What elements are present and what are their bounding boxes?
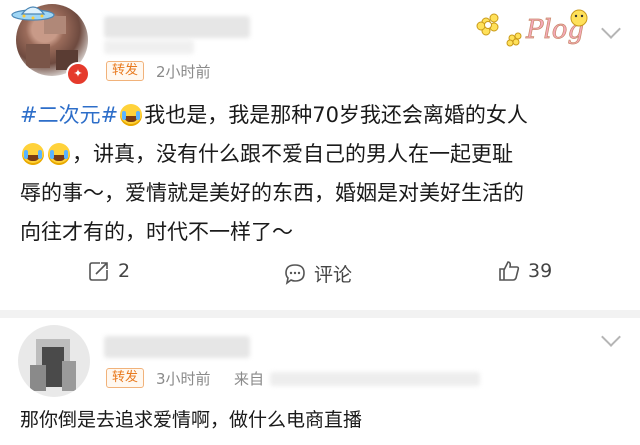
verified-badge-icon: ✦: [66, 62, 90, 86]
post-text-line-4: 向往才有的，时代不一样了～: [20, 220, 293, 244]
username[interactable]: [104, 16, 250, 38]
source-app[interactable]: [270, 372, 480, 386]
repost-button[interactable]: 2: [88, 260, 130, 282]
action-bar: 2 评论 39: [0, 260, 640, 290]
comment-label: 评论: [314, 264, 353, 286]
plog-sticker-icon: Plog: [476, 9, 588, 47]
comment-icon: [285, 263, 305, 285]
crying-laughing-emoji-icon: [48, 143, 70, 165]
source-prefix: 来自: [234, 370, 265, 388]
chevron-down-icon[interactable]: [601, 327, 621, 347]
divider: [0, 310, 640, 318]
username-extra: [104, 40, 194, 54]
post-time[interactable]: 2小时前: [156, 61, 211, 82]
post-card-1: ✦ 转发 2小时前 Plog #二次元# 我也是，我是那种70岁我还会离婚的女人 …: [0, 0, 640, 310]
chevron-down-icon[interactable]: [601, 19, 621, 39]
post-text-line-3: 辱的事～，爱情就是美好的东西，婚姻是对美好生活的: [20, 181, 524, 205]
crying-laughing-emoji-icon: [22, 143, 44, 165]
repost-tag: 转发: [106, 368, 145, 388]
crying-laughing-emoji-icon: [120, 104, 143, 126]
like-button[interactable]: 39: [498, 260, 552, 282]
topic-link[interactable]: #二次元#: [20, 103, 118, 127]
repost-icon: [89, 262, 108, 281]
username[interactable]: [104, 336, 250, 358]
like-count: 39: [528, 260, 553, 282]
comment-button[interactable]: 评论: [284, 260, 352, 287]
post-body: #二次元# 我也是，我是那种70岁我还会离婚的女人 ，讲真，没有什么跟不爱自己的男…: [20, 96, 630, 252]
thumbs-up-icon: [499, 261, 520, 281]
repost-count: 2: [118, 260, 131, 282]
avatar[interactable]: [18, 325, 90, 397]
post-text-line-2: ，讲真，没有什么跟不爱自己的男人在一起更耻: [72, 142, 513, 166]
post-time[interactable]: 3小时前: [156, 368, 211, 389]
repost-tag: 转发: [106, 61, 145, 81]
post-text-line-1: 我也是，我是那种70岁我还会离婚的女人: [144, 103, 528, 127]
reply-text: 那你倒是去追求爱情啊，做什么电商直播: [20, 409, 363, 431]
ufo-icon: [11, 6, 55, 21]
